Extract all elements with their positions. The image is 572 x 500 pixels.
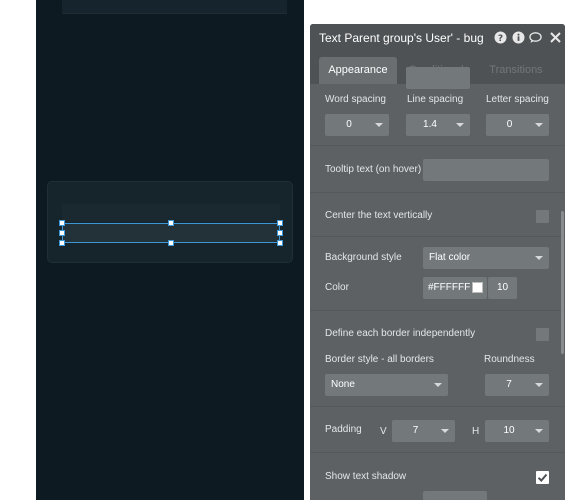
help-icon[interactable]: ? [494, 31, 507, 44]
roundness-dropdown[interactable]: 7 [485, 374, 549, 396]
border-style-dropdown[interactable]: None [325, 374, 448, 396]
section-divider [310, 452, 565, 453]
chevron-down-icon [535, 256, 543, 260]
resize-handle-bottom-right[interactable] [277, 240, 283, 246]
resize-handle-top-left[interactable] [59, 220, 65, 226]
border-independent-checkbox[interactable] [536, 328, 549, 341]
word-spacing-dropdown[interactable]: 0 [325, 114, 389, 136]
chevron-down-icon [456, 123, 464, 127]
border-independent-label: Define each border independently [325, 328, 476, 339]
letter-spacing-dropdown[interactable]: 0 [486, 114, 549, 136]
color-input[interactable]: #FFFFFF [423, 277, 487, 299]
editor-root: Text Parent group's User' - bug ? Appear… [0, 0, 572, 500]
chevron-down-icon [535, 383, 543, 387]
padding-v-value: 7 [412, 425, 419, 436]
appearance-settings: Word spacing Line spacing Letter spacing… [310, 67, 565, 500]
letter-spacing-value: 0 [506, 119, 513, 130]
background-style-value: Flat color [429, 252, 471, 263]
color-hex-value: #FFFFFF [428, 282, 471, 293]
resize-handle-bottom-left[interactable] [59, 240, 65, 246]
panel-scrollbar[interactable] [561, 211, 564, 354]
background-style-dropdown[interactable]: Flat color [423, 247, 549, 269]
letter-spacing-label: Letter spacing [486, 94, 549, 105]
center-vertically-checkbox[interactable] [536, 210, 549, 223]
resize-handle-top-center[interactable] [168, 220, 174, 226]
color-opacity-input[interactable]: 10 [488, 277, 517, 299]
color-opacity-value: 10 [496, 282, 509, 293]
section-divider [310, 192, 565, 193]
tab-appearance[interactable]: Appearance [319, 57, 397, 84]
roundness-value: 7 [506, 379, 512, 390]
section-divider [310, 145, 565, 146]
padding-h-label: H [472, 426, 480, 437]
padding-label: Padding [325, 424, 362, 435]
line-spacing-label: Line spacing [407, 94, 464, 105]
border-style-value: None [331, 379, 355, 390]
padding-h-value: 10 [503, 425, 515, 436]
tooltip-input[interactable] [423, 159, 549, 181]
chevron-down-icon [535, 123, 543, 127]
check-icon [537, 473, 548, 482]
svg-text:?: ? [498, 34, 503, 44]
section-divider [310, 406, 565, 407]
border-style-label: Border style - all borders [325, 354, 434, 365]
close-icon[interactable] [549, 31, 562, 44]
line-spacing-value: 1.4 [423, 119, 437, 130]
panel-header[interactable]: Text Parent group's User' - bug ? [310, 24, 565, 52]
resize-handle-middle-left[interactable] [59, 230, 65, 236]
property-editor-panel: Text Parent group's User' - bug ? Appear… [310, 24, 565, 500]
panel-title: Text Parent group's User' - bug [319, 31, 484, 45]
text-shadow-checkbox[interactable] [536, 471, 549, 484]
padding-v-label: V [380, 426, 387, 437]
resize-handle-top-right[interactable] [277, 220, 283, 226]
hidden-field-top[interactable] [406, 67, 470, 89]
chevron-down-icon [375, 123, 383, 127]
word-spacing-value: 0 [346, 119, 352, 130]
section-divider [310, 310, 565, 311]
color-swatch[interactable] [472, 282, 483, 293]
word-spacing-label: Word spacing [325, 94, 386, 105]
chevron-down-icon [434, 383, 442, 387]
chevron-down-icon [441, 429, 449, 433]
section-divider [310, 236, 565, 237]
resize-handle-middle-right[interactable] [277, 230, 283, 236]
canvas-element-top[interactable] [62, 0, 287, 14]
comment-icon[interactable] [529, 31, 542, 44]
info-icon[interactable] [512, 31, 525, 44]
padding-v-dropdown[interactable]: 7 [392, 420, 455, 442]
color-label: Color [325, 282, 349, 293]
tab-transitions[interactable]: Transitions [476, 57, 556, 84]
background-style-label: Background style [325, 252, 402, 263]
line-spacing-dropdown[interactable]: 1.4 [406, 114, 470, 136]
chevron-down-icon [535, 429, 543, 433]
roundness-label: Roundness [484, 354, 535, 365]
text-shadow-label: Show text shadow [325, 471, 407, 482]
padding-h-dropdown[interactable]: 10 [485, 420, 549, 442]
tooltip-label: Tooltip text (on hover) [325, 164, 422, 175]
resize-handle-bottom-center[interactable] [168, 240, 174, 246]
center-vertically-label: Center the text vertically [325, 210, 433, 221]
shadow-field-partial[interactable] [423, 491, 487, 500]
